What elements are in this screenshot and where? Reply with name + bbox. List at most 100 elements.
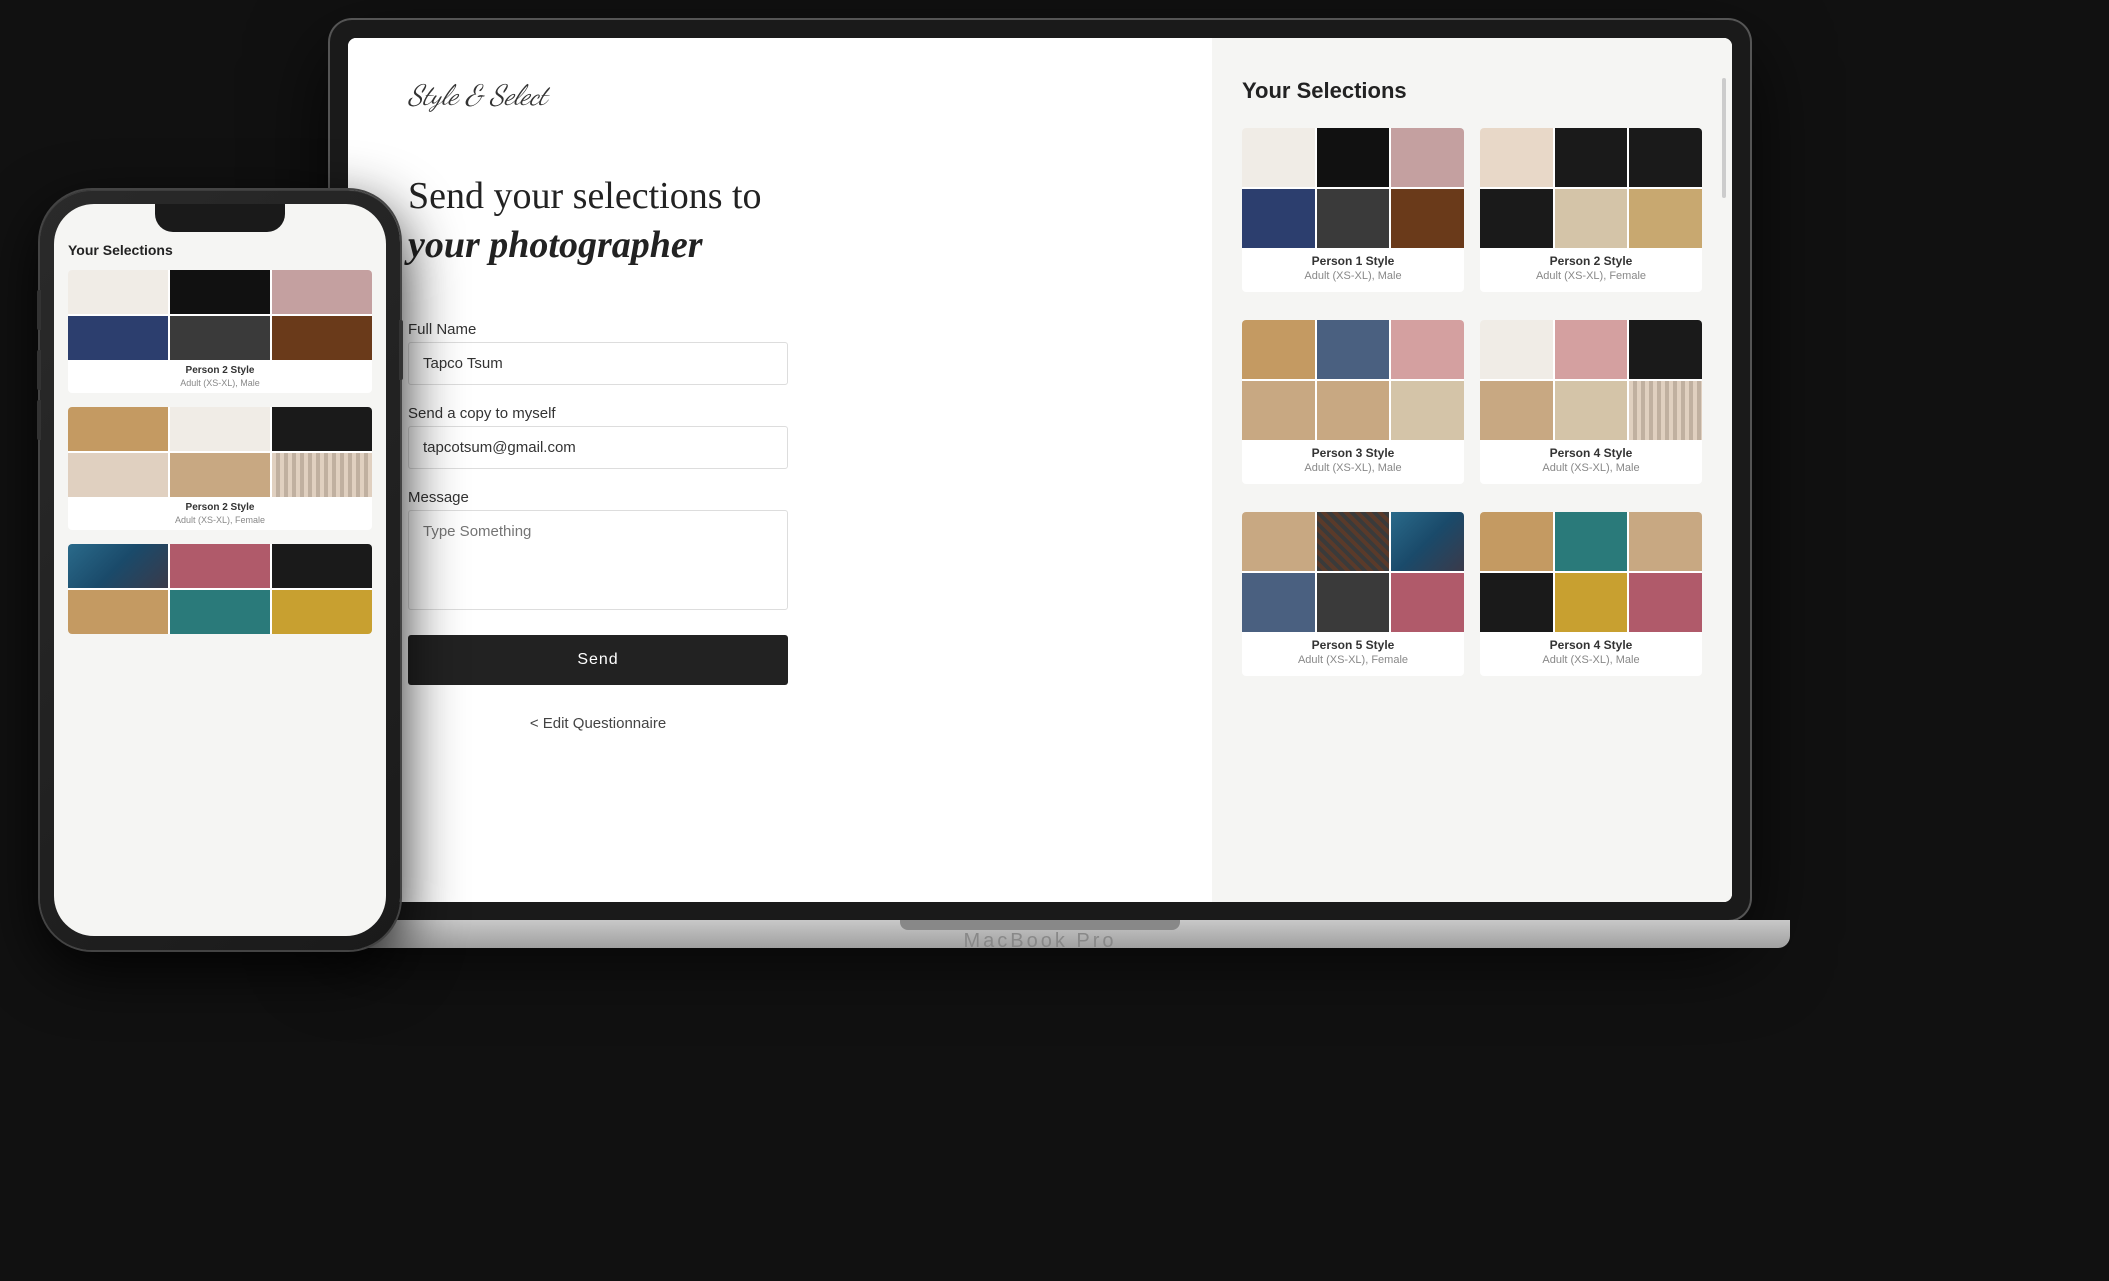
clothing-item bbox=[1391, 512, 1464, 571]
person-card-3: Person 3 Style Adult (XS-XL), Male bbox=[1242, 320, 1464, 484]
clothing-item bbox=[1629, 381, 1702, 440]
clothing-item bbox=[1555, 512, 1628, 571]
clothing-item bbox=[1629, 573, 1702, 632]
person-5-label: Person 5 Style bbox=[1242, 632, 1464, 654]
iphone-person-card-1: Person 2 Style Adult (XS-XL), Male bbox=[68, 270, 372, 393]
iphone-device: Your Selections Person 2 Style Adult bbox=[40, 190, 400, 950]
clothing-item bbox=[272, 270, 372, 314]
clothing-item bbox=[1391, 320, 1464, 379]
clothing-item bbox=[68, 270, 168, 314]
person-1-sub: Adult (XS-XL), Male bbox=[1242, 270, 1464, 282]
clothing-item bbox=[170, 270, 270, 314]
person-group-2: Person 3 Style Adult (XS-XL), Male bbox=[1242, 320, 1702, 484]
clothing-item bbox=[272, 544, 372, 588]
clothing-item bbox=[68, 590, 168, 634]
person-3-label: Person 3 Style bbox=[1242, 440, 1464, 462]
copy-label: Send a copy to myself bbox=[408, 405, 788, 422]
person-6-sub: Adult (XS-XL), Male bbox=[1480, 654, 1702, 666]
clothing-item bbox=[1555, 128, 1628, 187]
iphone-person-3-grid bbox=[68, 544, 372, 634]
clothing-item bbox=[1480, 189, 1553, 248]
person-card-6: Person 4 Style Adult (XS-XL), Male bbox=[1480, 512, 1702, 676]
iphone-section-title: Your Selections bbox=[68, 242, 372, 258]
clothing-item bbox=[1629, 128, 1702, 187]
clothing-item bbox=[1555, 573, 1628, 632]
clothing-item bbox=[1242, 189, 1315, 248]
person-5-grid bbox=[1242, 512, 1464, 632]
copy-email-input[interactable] bbox=[408, 426, 788, 469]
iphone-person-1-label: Person 2 Style bbox=[68, 360, 372, 378]
person-6-grid bbox=[1480, 512, 1702, 632]
clothing-item bbox=[68, 407, 168, 451]
person-2-sub: Adult (XS-XL), Female bbox=[1480, 270, 1702, 282]
clothing-item bbox=[1629, 320, 1702, 379]
clothing-item bbox=[1317, 128, 1390, 187]
copy-field-group: Send a copy to myself bbox=[408, 405, 788, 469]
iphone-person-2-label: Person 2 Style bbox=[68, 497, 372, 515]
iphone-screen: Your Selections Person 2 Style Adult bbox=[54, 204, 386, 936]
clothing-item bbox=[272, 453, 372, 497]
person-group-3: Person 5 Style Adult (XS-XL), Female bbox=[1242, 512, 1702, 676]
person-group-1: Person 1 Style Adult (XS-XL), Male bbox=[1242, 128, 1702, 292]
full-name-field-group: Full Name bbox=[408, 321, 788, 385]
iphone-person-2-sub: Adult (XS-XL), Female bbox=[68, 515, 372, 530]
macbook-device: Style & Select Send your selections to y… bbox=[330, 20, 1750, 1060]
clothing-item bbox=[68, 453, 168, 497]
message-field-group: Message bbox=[408, 489, 788, 615]
clothing-item bbox=[1317, 573, 1390, 632]
mac-content: Style & Select Send your selections to y… bbox=[348, 38, 1732, 902]
message-textarea[interactable] bbox=[408, 510, 788, 610]
iphone-person-2-grid bbox=[68, 407, 372, 497]
clothing-item bbox=[272, 407, 372, 451]
mac-sidebar: Your Selections bbox=[1212, 38, 1732, 902]
clothing-item bbox=[170, 544, 270, 588]
clothing-item bbox=[68, 316, 168, 360]
person-5-sub: Adult (XS-XL), Female bbox=[1242, 654, 1464, 666]
person-4-sub: Adult (XS-XL), Male bbox=[1480, 462, 1702, 474]
person-card-1: Person 1 Style Adult (XS-XL), Male bbox=[1242, 128, 1464, 292]
person-3-sub: Adult (XS-XL), Male bbox=[1242, 462, 1464, 474]
message-label: Message bbox=[408, 489, 788, 506]
scrollbar[interactable] bbox=[1722, 78, 1726, 198]
clothing-item bbox=[1480, 320, 1553, 379]
clothing-item bbox=[1317, 381, 1390, 440]
clothing-item bbox=[68, 544, 168, 588]
clothing-item bbox=[272, 590, 372, 634]
clothing-item bbox=[170, 453, 270, 497]
clothing-item bbox=[1317, 189, 1390, 248]
clothing-item bbox=[1480, 128, 1553, 187]
clothing-item bbox=[1391, 189, 1464, 248]
person-1-label: Person 1 Style bbox=[1242, 248, 1464, 270]
person-card-5: Person 5 Style Adult (XS-XL), Female bbox=[1242, 512, 1464, 676]
clothing-item bbox=[170, 590, 270, 634]
iphone-person-card-2: Person 2 Style Adult (XS-XL), Female bbox=[68, 407, 372, 530]
clothing-item bbox=[1629, 189, 1702, 248]
clothing-item bbox=[1629, 512, 1702, 571]
macbook-screen: Style & Select Send your selections to y… bbox=[330, 20, 1750, 920]
clothing-item bbox=[170, 316, 270, 360]
iphone-content: Your Selections Person 2 Style Adult bbox=[54, 204, 386, 936]
person-card-4: Person 4 Style Adult (XS-XL), Male bbox=[1480, 320, 1702, 484]
mac-main-area: Style & Select Send your selections to y… bbox=[348, 38, 1212, 902]
iphone-person-1-grid bbox=[68, 270, 372, 360]
page-heading: Send your selections to your photographe… bbox=[408, 172, 1152, 271]
clothing-item bbox=[1555, 320, 1628, 379]
edit-questionnaire-link[interactable]: < Edit Questionnaire bbox=[408, 715, 788, 732]
send-button[interactable]: Send bbox=[408, 635, 788, 685]
send-form: Full Name Send a copy to myself Message bbox=[408, 321, 788, 732]
full-name-label: Full Name bbox=[408, 321, 788, 338]
clothing-item bbox=[1391, 573, 1464, 632]
full-name-input[interactable] bbox=[408, 342, 788, 385]
app-logo: Style & Select bbox=[408, 78, 1152, 112]
clothing-item bbox=[1480, 381, 1553, 440]
clothing-item bbox=[1242, 128, 1315, 187]
clothing-item bbox=[1555, 381, 1628, 440]
iphone-shell: Your Selections Person 2 Style Adult bbox=[40, 190, 400, 950]
clothing-item bbox=[1391, 128, 1464, 187]
clothing-item bbox=[1317, 320, 1390, 379]
macbook-label: MacBook Pro bbox=[963, 930, 1116, 953]
sidebar-title: Your Selections bbox=[1242, 78, 1702, 104]
clothing-item bbox=[1242, 512, 1315, 571]
person-2-label: Person 2 Style bbox=[1480, 248, 1702, 270]
clothing-item bbox=[1480, 573, 1553, 632]
